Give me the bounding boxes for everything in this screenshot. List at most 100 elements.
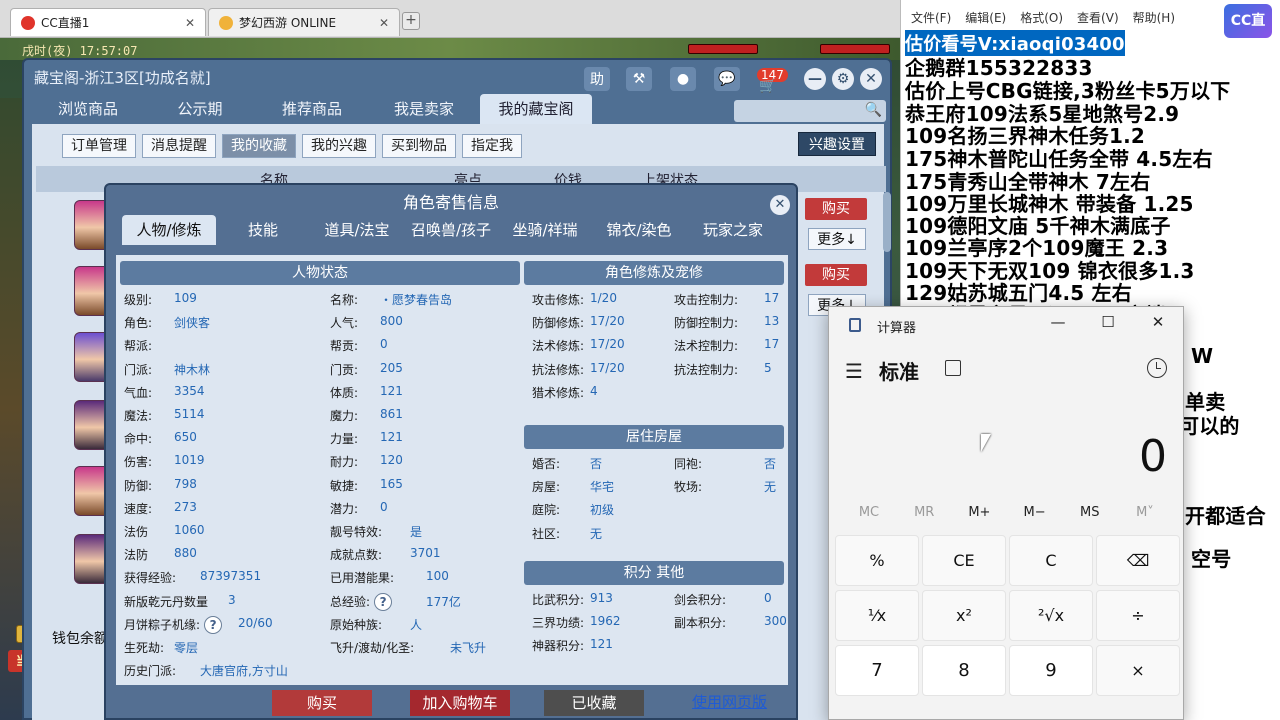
seven-button[interactable]: 7 (835, 645, 919, 696)
eight-button[interactable]: 8 (922, 645, 1006, 696)
notepad-line[interactable]: 空号 (1191, 543, 1231, 572)
notepad-line[interactable]: W (1191, 344, 1213, 368)
field-label: 力量: (330, 432, 359, 447)
percent-button[interactable]: % (835, 535, 919, 586)
buy-button[interactable]: 购买 (272, 690, 372, 716)
tab-my-cbg[interactable]: 我的藏宝阁 (480, 94, 592, 124)
field-row: 总经验:? 177亿 (330, 592, 461, 611)
notepad-line[interactable]: 可以的 (1179, 410, 1240, 439)
field-row: 历史门派: 大唐官府,方寸山 (124, 662, 288, 679)
menu-view[interactable]: 查看(V) (1077, 9, 1119, 26)
subnav-messages[interactable]: 消息提醒 (142, 134, 216, 158)
tab-skills[interactable]: 技能 (216, 215, 310, 245)
field-label: 同袍: (674, 457, 703, 471)
menu-file[interactable]: 文件(F) (911, 9, 951, 26)
backspace-button[interactable]: ⌫ (1096, 535, 1180, 586)
tab-character[interactable]: 人物/修炼 (122, 215, 216, 245)
tab-pets[interactable]: 召唤兽/孩子 (404, 215, 498, 245)
field-label: 魔力: (330, 409, 359, 423)
subnav-favorites[interactable]: 我的收藏 (222, 134, 296, 158)
tab-home[interactable]: 玩家之家 (686, 215, 780, 245)
close-icon[interactable]: ✕ (770, 195, 790, 215)
close-icon[interactable]: ✕ (1143, 313, 1173, 331)
menu-format[interactable]: 格式(O) (1020, 9, 1063, 26)
help-icon[interactable]: ? (374, 592, 393, 611)
subnav-assigned[interactable]: 指定我 (462, 134, 522, 158)
tab-outfits[interactable]: 锦衣/染色 (592, 215, 686, 245)
menu-edit[interactable]: 编辑(E) (965, 9, 1006, 26)
minimize-icon[interactable]: — (804, 68, 826, 90)
subnav-bought[interactable]: 买到物品 (382, 134, 456, 158)
field-value: 未飞升 (450, 641, 487, 655)
search-input[interactable]: 🔍 (734, 100, 886, 122)
help-icon[interactable]: ? (204, 615, 223, 634)
field-row: 猎术修炼: 4 (532, 384, 598, 401)
minimize-icon[interactable]: — (1043, 313, 1073, 331)
clear-button[interactable]: C (1009, 535, 1093, 586)
tab-items[interactable]: 道具/法宝 (310, 215, 404, 245)
subnav-interests[interactable]: 我的兴趣 (302, 134, 376, 158)
close-icon[interactable]: ✕ (860, 68, 882, 90)
keep-on-top-icon[interactable] (945, 360, 961, 376)
browser-tab-cc-live[interactable]: CC直播1 ✕ (10, 8, 206, 36)
memory-list-button[interactable]: M˅ (1119, 505, 1171, 520)
field-label: 法防 (124, 548, 149, 563)
field-value: 0 (380, 337, 388, 352)
new-tab-button[interactable]: + (402, 12, 420, 30)
memory-clear-button[interactable]: MC (843, 505, 895, 520)
role-body: 人物状态 角色修炼及宠修 居住房屋 积分 其他 级别: 109 角色: 剑侠客 帮派: 门… (116, 255, 788, 685)
square-button[interactable]: x² (922, 590, 1006, 641)
memory-store-button[interactable]: MS (1064, 505, 1116, 520)
dialog-title: 角色寄售信息 (402, 193, 499, 212)
hammer-icon[interactable]: ⚒ (626, 67, 652, 91)
list-more-button[interactable]: 更多↓ (808, 228, 866, 250)
nine-button[interactable]: 9 (1009, 645, 1093, 696)
help-button[interactable]: 助 (584, 67, 610, 91)
browser-tab-mhxy[interactable]: 梦幻西游 ONLINE ✕ (208, 8, 400, 36)
list-buy-button[interactable]: 购买 (805, 264, 867, 286)
hamburger-menu-icon[interactable]: ☰ (845, 359, 863, 383)
notepad-line[interactable]: 开都适合 (1185, 500, 1266, 529)
close-tab-icon[interactable]: ✕ (185, 16, 195, 30)
interest-settings-button[interactable]: 兴趣设置 (798, 132, 876, 156)
field-row: 法伤 1060 (124, 523, 205, 540)
record-icon[interactable]: ● (670, 67, 696, 91)
multiply-button[interactable]: × (1096, 645, 1180, 696)
memory-subtract-button[interactable]: M− (1009, 505, 1061, 520)
tab-mounts[interactable]: 坐骑/祥瑞 (498, 215, 592, 245)
field-label: 潜力: (330, 501, 359, 516)
field-label: 耐力: (330, 455, 359, 470)
tab-recommend[interactable]: 推荐商品 (256, 94, 368, 124)
menu-help[interactable]: 帮助(H) (1133, 9, 1175, 26)
search-icon[interactable]: 🔍 (865, 102, 882, 118)
field-label: 敏捷: (330, 478, 359, 493)
tab-browse[interactable]: 浏览商品 (32, 94, 144, 124)
browser-tab-label: 梦幻西游 ONLINE (239, 16, 337, 30)
memory-add-button[interactable]: M+ (953, 505, 1005, 520)
field-row: 三界功绩: 1962 (532, 614, 621, 631)
add-to-cart-button[interactable]: 加入购物车 (410, 690, 510, 716)
maximize-icon[interactable]: ☐ (1093, 313, 1123, 331)
cart-icon[interactable]: 🛒 (758, 77, 778, 95)
field-row: 牧场: 无 (674, 478, 776, 495)
hp-bar (688, 44, 758, 54)
reciprocal-button[interactable]: ¹⁄x (835, 590, 919, 641)
chat-icon[interactable]: 💬 (714, 67, 740, 91)
list-scrollbar[interactable] (883, 192, 891, 252)
web-version-link[interactable]: 使用网页版 (692, 691, 767, 712)
gear-icon[interactable]: ⚙ (832, 68, 854, 90)
field-value: 913 (590, 591, 613, 605)
memory-recall-button[interactable]: MR (898, 505, 950, 520)
list-buy-button[interactable]: 购买 (805, 198, 867, 220)
square-root-button[interactable]: ²√x (1009, 590, 1093, 641)
tab-public[interactable]: 公示期 (144, 94, 256, 124)
clear-entry-button[interactable]: CE (922, 535, 1006, 586)
field-label: 名称: (330, 293, 359, 307)
collected-button[interactable]: 已收藏 (544, 690, 644, 716)
subnav-orders[interactable]: 订单管理 (62, 134, 136, 158)
field-label: 总经验: (330, 594, 371, 609)
history-icon[interactable] (1147, 358, 1167, 378)
tab-seller[interactable]: 我是卖家 (368, 94, 480, 124)
close-tab-icon[interactable]: ✕ (379, 16, 389, 30)
divide-button[interactable]: ÷ (1096, 590, 1180, 641)
